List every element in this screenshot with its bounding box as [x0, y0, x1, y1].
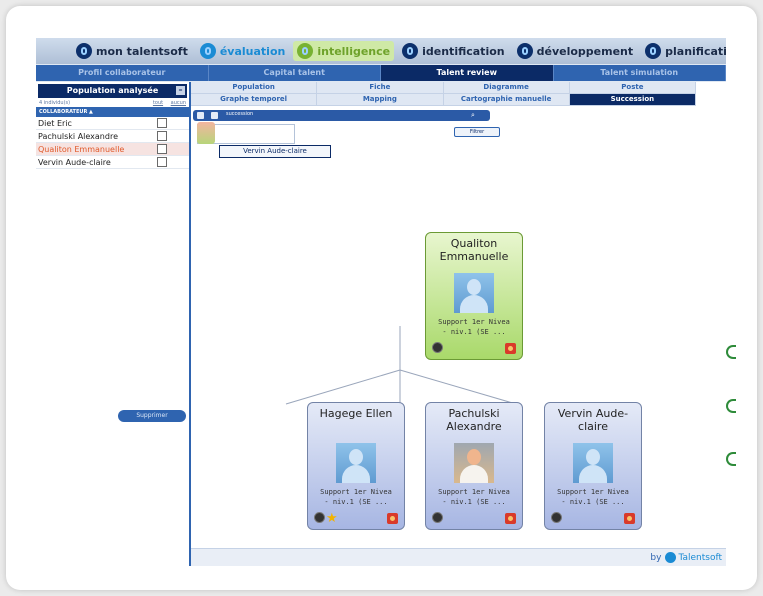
person-name: Pachulski Alexandre — [38, 131, 118, 141]
select-links: tout aucun — [147, 100, 186, 106]
select-none-link[interactable]: aucun — [171, 100, 186, 106]
succession-workspace: Population Fiche Diagramme Poste Graphe … — [191, 82, 726, 566]
module-label: identification — [422, 44, 505, 58]
incumbent-card[interactable]: Qualiton Emmanuelle Support 1er Nivea - … — [425, 232, 523, 360]
decorative-bracket — [726, 399, 736, 413]
module-label: mon talentsoft — [96, 44, 188, 58]
remove-button[interactable]: Supprimer — [118, 410, 186, 422]
decorative-bracket — [726, 452, 736, 466]
avatar-photo — [454, 443, 494, 483]
talentsoft-logo-icon — [199, 43, 216, 59]
avatar-placeholder-icon — [336, 443, 376, 483]
person-checkbox[interactable] — [157, 144, 167, 154]
talentsoft-logo-icon — [297, 43, 314, 59]
module-planification[interactable]: planification — [641, 41, 726, 61]
status-bar: by Talentsoft — [191, 548, 726, 566]
list-item[interactable]: Diet Eric — [36, 117, 189, 130]
person-checkbox[interactable] — [157, 118, 167, 128]
module-label: évaluation — [219, 44, 286, 58]
card-name: Vervin Aude- claire — [557, 407, 629, 433]
module-developpement[interactable]: développement — [513, 41, 638, 61]
risk-flag-icon[interactable] — [505, 343, 516, 354]
module-intelligence[interactable]: intelligence — [293, 41, 395, 61]
tab-capital-talent[interactable]: Capital talent — [209, 65, 381, 81]
star-icon[interactable]: ★ — [326, 512, 338, 525]
talentsoft-logo-icon — [402, 43, 419, 59]
risk-flag-icon[interactable] — [505, 513, 516, 524]
person-name: Qualiton Emmanuelle — [38, 144, 125, 154]
population-panel: Population analysée – 4 individu(s) tout… — [36, 82, 191, 566]
card-name: Pachulski Alexandre — [446, 407, 502, 433]
talentsoft-logo-icon — [645, 43, 662, 59]
app-window: mon talentsoft évaluation intelligence i… — [36, 38, 726, 566]
tab-talent-review[interactable]: Talent review — [381, 65, 554, 81]
tab-talent-simulation[interactable]: Talent simulation — [554, 65, 726, 81]
risk-flag-icon[interactable] — [624, 513, 635, 524]
by-label: by — [650, 552, 662, 563]
minimize-button[interactable]: – — [176, 86, 185, 95]
select-all-link[interactable]: tout — [153, 100, 163, 106]
brand-name: Talentsoft — [678, 552, 722, 563]
avatar-placeholder-icon — [454, 273, 494, 313]
tab-profil-collaborateur[interactable]: Profil collaborateur — [36, 65, 209, 81]
module-label: intelligence — [317, 44, 391, 58]
talentsoft-logo-icon — [665, 552, 677, 563]
module-label: développement — [536, 44, 634, 58]
card-name: Qualiton Emmanuelle — [439, 237, 509, 263]
status-dot-icon[interactable] — [432, 512, 443, 523]
status-dot-icon[interactable] — [432, 342, 443, 353]
population-count-row: 4 individu(s) tout aucun — [36, 98, 189, 107]
main-tab-bar: Profil collaborateur Capital talent Tale… — [36, 65, 726, 81]
module-bar: mon talentsoft évaluation intelligence i… — [36, 38, 726, 64]
avatar-placeholder-icon — [573, 443, 613, 483]
module-label: planification — [665, 44, 726, 58]
person-name: Diet Eric — [38, 118, 72, 128]
person-checkbox[interactable] — [157, 157, 167, 167]
card-position: Support 1er Nivea - niv.1 (SE ... — [438, 488, 510, 506]
collaborateur-column-header[interactable]: COLLABORATEUR ▲ — [36, 107, 189, 117]
successor-card[interactable]: Vervin Aude- claire Support 1er Nivea - … — [544, 402, 642, 530]
card-position: Support 1er Nivea - niv.1 (SE ... — [438, 318, 510, 336]
list-item[interactable]: Vervin Aude-claire — [36, 156, 189, 169]
module-evaluation[interactable]: évaluation — [196, 41, 290, 61]
risk-flag-icon[interactable] — [387, 513, 398, 524]
status-dot-icon[interactable] — [551, 512, 562, 523]
status-dot-icon[interactable] — [314, 512, 325, 523]
person-checkbox[interactable] — [157, 131, 167, 141]
module-identification[interactable]: identification — [398, 41, 508, 61]
brand-footer: by Talentsoft — [650, 552, 722, 563]
card-position: Support 1er Nivea - niv.1 (SE ... — [557, 488, 629, 506]
successor-card[interactable]: Hagege Ellen Support 1er Nivea - niv.1 (… — [307, 402, 405, 530]
population-panel-title: Population analysée — [66, 86, 159, 95]
successor-card[interactable]: Pachulski Alexandre Support 1er Nivea - … — [425, 402, 523, 530]
talentsoft-logo-icon — [516, 43, 533, 59]
decorative-bracket — [726, 345, 736, 359]
card-position: Support 1er Nivea - niv.1 (SE ... — [320, 488, 392, 506]
list-item[interactable]: Qualiton Emmanuelle — [36, 143, 189, 156]
talentsoft-logo-icon — [76, 43, 92, 59]
card-name: Hagege Ellen — [319, 407, 393, 420]
module-mon-talentsoft[interactable]: mon talentsoft — [72, 41, 192, 61]
population-count: 4 individu(s) — [39, 99, 71, 106]
population-panel-header: Population analysée – — [38, 84, 187, 98]
person-name: Vervin Aude-claire — [38, 157, 111, 167]
list-item[interactable]: Pachulski Alexandre — [36, 130, 189, 143]
